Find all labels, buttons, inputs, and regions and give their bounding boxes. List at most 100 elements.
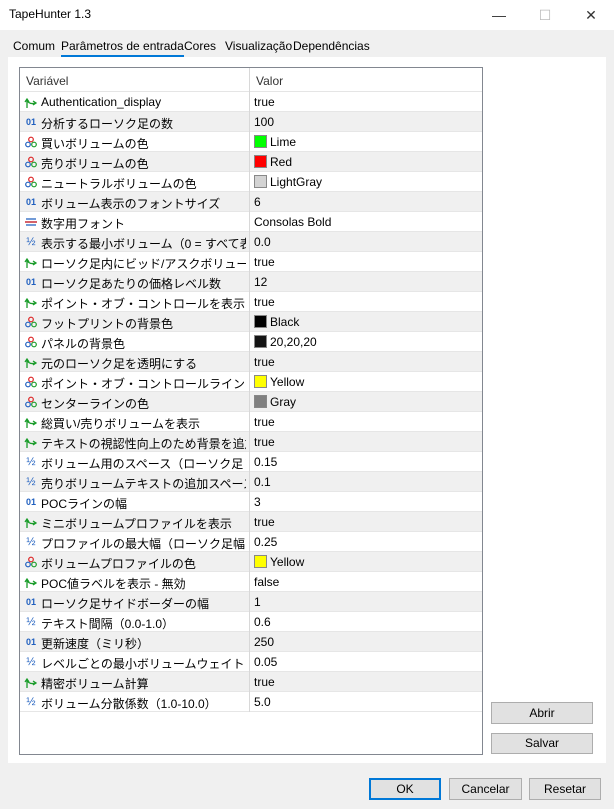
bool-arrow-icon [24,435,38,449]
value-cell[interactable]: true [249,352,482,372]
table-row[interactable]: ½ ボリューム分散係数（1.0-10.0） 5.0 [20,692,482,712]
value-cell[interactable]: false [249,572,482,592]
parameter-value: true [254,95,275,109]
tab-visualization[interactable]: Visualização [225,39,292,53]
table-row[interactable]: ½ 表示する最小ボリューム（0 = すべて表示） 0.0 [20,232,482,252]
value-cell[interactable]: 0.1 [249,472,482,492]
parameter-value: Red [270,155,293,169]
reset-button[interactable]: Resetar [529,778,601,800]
value-cell[interactable]: 1 [249,592,482,612]
value-cell[interactable]: Red [249,152,482,172]
value-cell[interactable]: true [249,432,482,452]
parameter-name: 売りボリュームテキストの追加スペース [41,477,246,491]
bool-arrow-icon [24,515,38,529]
table-row[interactable]: 買いボリュームの色 Lime [20,132,482,152]
tab-dependencies[interactable]: Dependências [293,39,370,53]
parameter-name: POCラインの幅 [41,497,128,511]
table-row[interactable]: センターラインの色 Gray [20,392,482,412]
value-cell[interactable]: 100 [249,112,482,132]
value-cell[interactable]: Lime [249,132,482,152]
value-cell[interactable]: Consolas Bold [249,212,482,232]
value-cell[interactable]: Yellow [249,552,482,572]
value-cell[interactable]: Gray [249,392,482,412]
table-row[interactable]: 精密ボリューム計算 true [20,672,482,692]
table-row[interactable]: 総買い/売りボリュームを表示 true [20,412,482,432]
header-value[interactable]: Valor [249,68,283,92]
value-cell[interactable]: 250 [249,632,482,652]
parameter-value: 12 [254,275,268,289]
table-row[interactable]: 01 ローソク足あたりの価格レベル数 12 [20,272,482,292]
parameter-value: 0.25 [254,535,278,549]
color-palette-icon [24,555,38,569]
table-row[interactable]: ミニボリュームプロファイルを表示 true [20,512,482,532]
integer-icon: 01 [25,497,36,507]
table-row[interactable]: ½ プロファイルの最大幅（ローソク足幅の%） 0.25 [20,532,482,552]
table-row[interactable]: テキストの視認性向上のため背景を追加 true [20,432,482,452]
parameter-name: 元のローソク足を透明にする [41,357,198,371]
minimize-button[interactable]: — [476,0,522,30]
value-cell[interactable]: true [249,252,482,272]
table-row[interactable]: ボリュームプロファイルの色 Yellow [20,552,482,572]
value-cell[interactable]: 0.25 [249,532,482,552]
table-row[interactable]: フットプリントの背景色 Black [20,312,482,332]
value-cell[interactable]: LightGray [249,172,482,192]
table-row[interactable]: 元のローソク足を透明にする true [20,352,482,372]
value-cell[interactable]: 20,20,20 [249,332,482,352]
close-button[interactable]: ✕ [568,0,614,30]
table-row[interactable]: 01 分析するローソク足の数 100 [20,112,482,132]
table-row[interactable]: Authentication_display true [20,92,482,112]
table-row[interactable]: ローソク足内にビッド/アスクボリュームを表示 true [20,252,482,272]
table-row[interactable]: ½ 売りボリュームテキストの追加スペース 0.1 [20,472,482,492]
value-cell[interactable]: true [249,92,482,112]
value-cell[interactable]: 0.05 [249,652,482,672]
table-row[interactable]: ½ ボリューム用のスペース（ローソク足レンジ... 0.15 [20,452,482,472]
table-row[interactable]: 01 更新速度（ミリ秒） 250 [20,632,482,652]
save-button[interactable]: Salvar [491,733,593,754]
header-variable[interactable]: Variável [26,74,68,88]
open-button[interactable]: Abrir [491,702,593,724]
table-row[interactable]: 01 ローソク足サイドボーダーの幅 1 [20,592,482,612]
value-cell[interactable]: 6 [249,192,482,212]
parameter-value: Yellow [270,555,305,569]
color-palette-icon [24,335,38,349]
parameter-name: 買いボリュームの色 [41,137,149,151]
table-row[interactable]: 01 POCラインの幅 3 [20,492,482,512]
cancel-button[interactable]: Cancelar [449,778,522,800]
table-row[interactable]: ポイント・オブ・コントロールラインの色 Yellow [20,372,482,392]
tab-input-parameters[interactable]: Parâmetros de entrada [61,39,184,57]
value-cell[interactable]: true [249,512,482,532]
parameter-name: フットプリントの背景色 [41,317,174,331]
bool-arrow-icon [24,95,38,109]
parameter-value: true [254,255,275,269]
parameter-name: ローソク足サイドボーダーの幅 [41,597,210,611]
table-row[interactable]: 01 ボリューム表示のフォントサイズ 6 [20,192,482,212]
value-cell[interactable]: 3 [249,492,482,512]
value-cell[interactable]: 0.15 [249,452,482,472]
tab-colors[interactable]: Cores [184,39,216,53]
value-cell[interactable]: Yellow [249,372,482,392]
table-row[interactable]: ½ レベルごとの最小ボリュームウェイト（0-1） 0.05 [20,652,482,672]
fraction-icon: ½ [26,616,36,628]
tab-comum[interactable]: Comum [13,39,55,53]
value-cell[interactable]: 12 [249,272,482,292]
color-swatch [254,135,267,148]
value-cell[interactable]: 0.0 [249,232,482,252]
parameter-name: センターラインの色 [41,397,150,411]
value-cell[interactable]: Black [249,312,482,332]
table-row[interactable]: POC値ラベルを表示 - 無効 false [20,572,482,592]
value-cell[interactable]: 0.6 [249,612,482,632]
table-row[interactable]: ニュートラルボリュームの色 LightGray [20,172,482,192]
parameter-value: 5.0 [254,695,271,709]
table-row[interactable]: 数字用フォント Consolas Bold [20,212,482,232]
value-cell[interactable]: true [249,292,482,312]
table-row[interactable]: パネルの背景色 20,20,20 [20,332,482,352]
parameter-name: ローソク足あたりの価格レベル数 [41,277,222,291]
value-cell[interactable]: true [249,672,482,692]
table-row[interactable]: ポイント・オブ・コントロールを表示 true [20,292,482,312]
value-cell[interactable]: true [249,412,482,432]
table-row[interactable]: 売りボリュームの色 Red [20,152,482,172]
maximize-button[interactable]: ☐ [522,0,568,30]
ok-button[interactable]: OK [369,778,441,800]
table-row[interactable]: ½ テキスト間隔（0.0-1.0） 0.6 [20,612,482,632]
value-cell[interactable]: 5.0 [249,692,482,712]
